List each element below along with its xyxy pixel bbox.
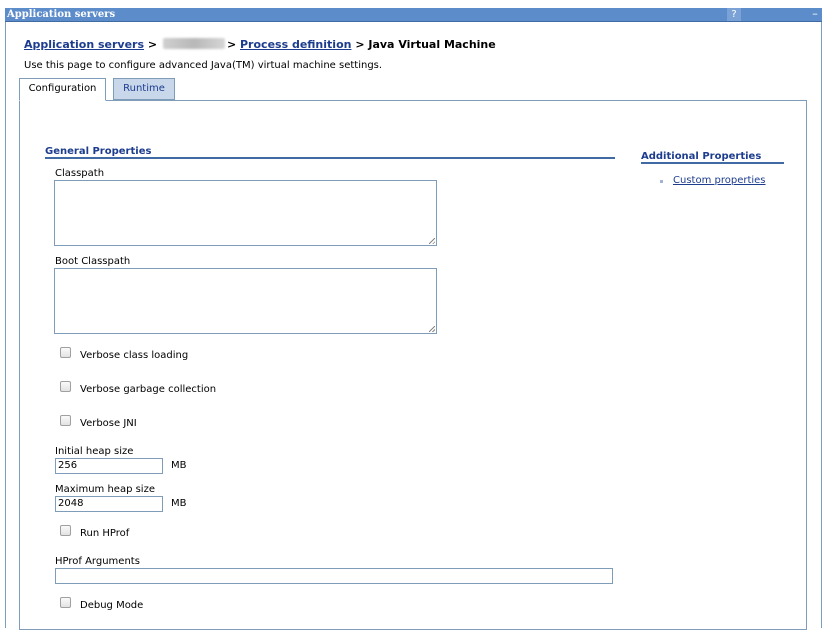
verbose-class-loading-checkbox[interactable] bbox=[60, 347, 71, 358]
help-icon[interactable]: ? bbox=[727, 8, 741, 21]
tab-runtime[interactable]: Runtime bbox=[113, 78, 175, 100]
breadcrumb: Application servers > > Process definiti… bbox=[24, 38, 496, 51]
boot-classpath-textarea[interactable] bbox=[54, 268, 437, 334]
verbose-gc-checkbox[interactable] bbox=[60, 381, 71, 392]
initial-heap-label: Initial heap size bbox=[55, 446, 134, 457]
redacted-server-name bbox=[162, 38, 225, 49]
verbose-jni-label: Verbose JNI bbox=[80, 418, 137, 429]
resize-grip-icon[interactable] bbox=[429, 238, 435, 244]
breadcrumb-current: Java Virtual Machine bbox=[368, 38, 496, 51]
minimize-icon[interactable]: – bbox=[809, 8, 821, 21]
classpath-label: Classpath bbox=[55, 168, 105, 179]
general-properties-heading: General Properties bbox=[45, 146, 152, 157]
run-hprof-checkbox[interactable] bbox=[60, 525, 71, 536]
additional-properties-heading: Additional Properties bbox=[641, 151, 762, 162]
breadcrumb-separator: > bbox=[355, 38, 365, 51]
custom-properties-link[interactable]: Custom properties bbox=[673, 175, 766, 186]
resize-grip-icon[interactable] bbox=[429, 326, 435, 332]
hprof-arguments-input[interactable] bbox=[55, 568, 613, 584]
run-hprof-label: Run HProf bbox=[80, 528, 130, 539]
classpath-textarea[interactable] bbox=[54, 180, 437, 246]
verbose-gc-label: Verbose garbage collection bbox=[80, 384, 217, 395]
initial-heap-unit: MB bbox=[171, 460, 187, 471]
additional-properties-rule bbox=[641, 162, 784, 164]
debug-mode-label: Debug Mode bbox=[80, 600, 144, 611]
breadcrumb-process-definition[interactable]: Process definition bbox=[240, 38, 351, 51]
debug-mode-checkbox[interactable] bbox=[60, 597, 71, 608]
breadcrumb-application-servers[interactable]: Application servers bbox=[24, 38, 144, 51]
page-description: Use this page to configure advanced Java… bbox=[24, 60, 383, 71]
boot-classpath-label: Boot Classpath bbox=[55, 256, 131, 267]
window-title: Application servers bbox=[7, 9, 116, 20]
verbose-jni-checkbox[interactable] bbox=[60, 415, 71, 426]
verbose-class-loading-label: Verbose class loading bbox=[80, 350, 189, 361]
max-heap-unit: MB bbox=[171, 498, 187, 509]
general-properties-rule bbox=[45, 157, 615, 159]
hprof-arguments-label: HProf Arguments bbox=[55, 556, 140, 567]
bullet-icon bbox=[660, 180, 663, 183]
max-heap-label: Maximum heap size bbox=[55, 484, 155, 495]
max-heap-input[interactable]: 2048 bbox=[55, 496, 163, 512]
tab-configuration[interactable]: Configuration bbox=[19, 78, 106, 101]
breadcrumb-separator: > bbox=[226, 38, 237, 51]
breadcrumb-separator: > bbox=[147, 38, 158, 51]
portlet-titlebar: Application servers ? – bbox=[5, 8, 822, 22]
initial-heap-input[interactable]: 256 bbox=[55, 458, 163, 474]
